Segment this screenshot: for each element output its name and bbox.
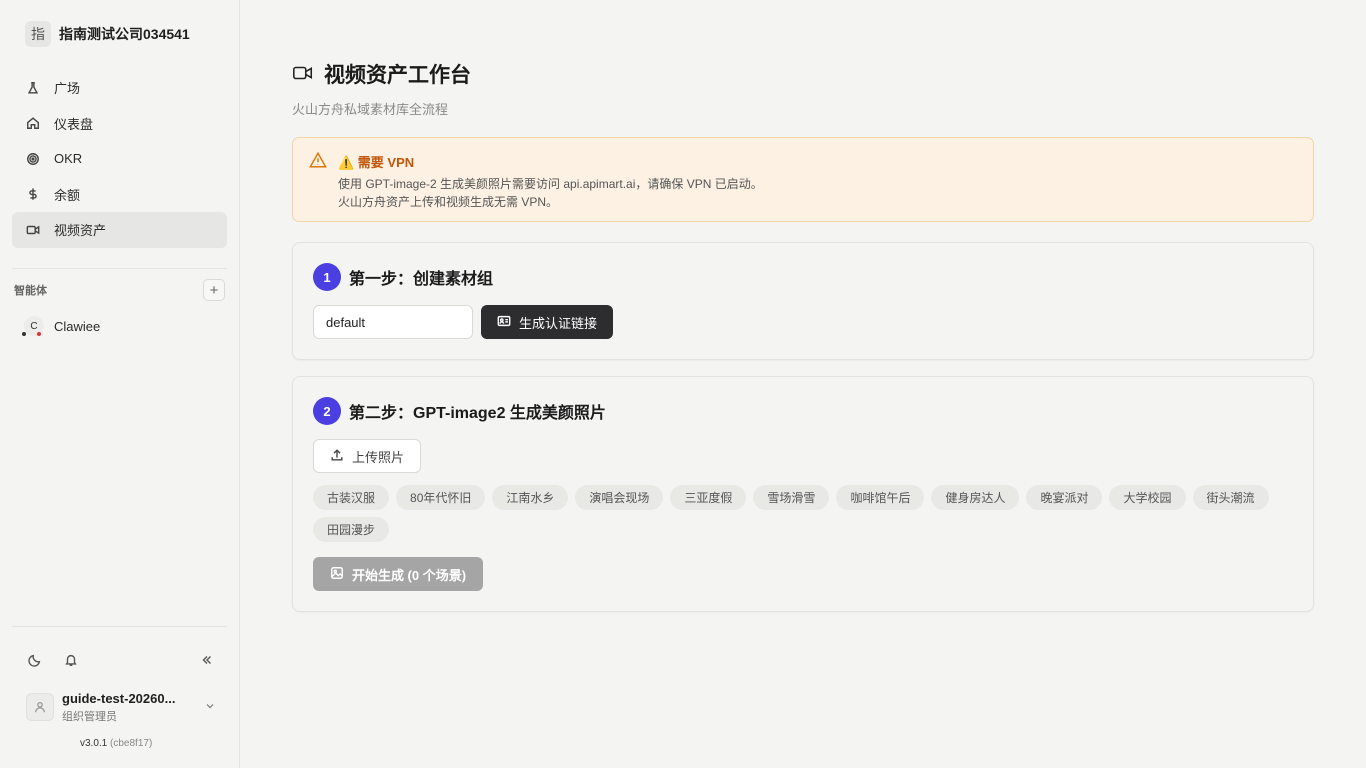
sidebar: 指 指南测试公司034541 广场 仪表盘 OKR 余额 视频资产 智能体 + xyxy=(0,0,240,768)
user-name: guide-test-20260... xyxy=(62,690,176,706)
sidebar-item-label: 余额 xyxy=(54,187,81,203)
upload-icon xyxy=(330,448,344,465)
scene-tag[interactable]: 三亚度假 xyxy=(670,485,747,510)
scene-tag[interactable]: 街头潮流 xyxy=(1192,485,1269,510)
scene-tag[interactable]: 大学校园 xyxy=(1109,485,1186,510)
sidebar-tools xyxy=(26,650,216,670)
org-switcher[interactable]: 指 指南测试公司034541 xyxy=(25,21,190,47)
sidebar-item-label: OKR xyxy=(54,151,83,167)
chevron-down-icon xyxy=(204,700,216,715)
generate-auth-link-button[interactable]: 生成认证链接 xyxy=(481,305,613,339)
alert-message: 使用 GPT-image-2 生成美颜照片需要访问 api.apimart.ai… xyxy=(338,177,763,191)
step-title: 第一步：创建素材组 xyxy=(349,271,494,288)
sidebar-item-video-assets[interactable]: 视频资产 xyxy=(12,212,227,248)
user-role: 组织管理员 xyxy=(62,710,117,723)
flask-icon xyxy=(26,81,40,95)
collapse-sidebar-icon[interactable] xyxy=(198,651,216,669)
scene-tag[interactable]: 雪场滑雪 xyxy=(753,485,830,510)
video-icon xyxy=(292,62,314,87)
page-title: 视频资产工作台 xyxy=(324,64,471,87)
sidebar-item-label: 视频资产 xyxy=(54,223,107,239)
upload-photo-button[interactable]: 上传照片 xyxy=(313,439,421,473)
user-menu[interactable]: guide-test-20260... 组织管理员 xyxy=(26,690,216,724)
scene-tag[interactable]: 江南水乡 xyxy=(492,485,569,510)
scene-tag[interactable]: 咖啡馆午后 xyxy=(836,485,925,510)
step-number: 1 xyxy=(313,263,341,291)
sidebar-item-label: 广场 xyxy=(54,81,81,97)
step1-card: 1 第一步：创建素材组 生成认证链接 xyxy=(292,242,1314,360)
vpn-alert: ⚠️ 需要 VPN 使用 GPT-image-2 生成美颜照片需要访问 api.… xyxy=(292,137,1314,222)
step2-card: 2 第二步：GPT-image2 生成美颜照片 上传照片 古装汉服 80年代怀旧江… xyxy=(292,376,1314,612)
agent-name: Clawiee xyxy=(54,318,101,334)
video-icon xyxy=(26,223,40,237)
start-generate-button[interactable]: 开始生成 (0 个场景) xyxy=(313,557,483,591)
target-icon xyxy=(26,152,40,166)
scene-tag[interactable]: 古装汉服 xyxy=(313,485,390,510)
scene-tag[interactable]: 演唱会现场 xyxy=(575,485,664,510)
scene-tag[interactable]: 80年代怀旧 xyxy=(396,485,486,510)
sidebar-item-label: 仪表盘 xyxy=(54,116,94,132)
id-card-icon xyxy=(497,314,511,331)
alert-message: 火山方舟资产上传和视频生成无需 VPN。 xyxy=(338,195,559,209)
warning-icon xyxy=(309,151,327,169)
dollar-icon xyxy=(26,187,40,201)
org-logo: 指 xyxy=(25,21,51,47)
status-dot xyxy=(37,332,41,336)
step-title: 第二步：GPT-image2 生成美颜照片 xyxy=(349,405,606,422)
org-name: 指南测试公司034541 xyxy=(59,26,190,42)
sidebar-item-okr[interactable]: OKR xyxy=(12,141,227,177)
sidebar-divider xyxy=(12,268,227,269)
scene-tags: 古装汉服 80年代怀旧 江南水乡 演唱会现场 三亚度假 雪场滑雪 咖啡馆午后 健身房达人 晚宴派… xyxy=(313,485,1293,542)
sidebar-nav: 广场 仪表盘 OKR 余额 视频资产 xyxy=(12,70,227,248)
app-version: v3.0.1 (cbe8f17) xyxy=(80,738,153,749)
agent-item-clawiee[interactable]: C Clawiee xyxy=(22,315,101,337)
asset-group-input[interactable] xyxy=(313,305,473,339)
agents-title: 智能体 xyxy=(14,285,47,297)
home-icon xyxy=(26,116,40,130)
step-number: 2 xyxy=(313,397,341,425)
sidebar-divider xyxy=(12,626,227,627)
alert-title: ⚠️ 需要 VPN xyxy=(338,155,415,170)
user-icon xyxy=(26,693,54,721)
main-content: 视频资产工作台 火山方舟私域素材库全流程 ⚠️ 需要 VPN 使用 GPT-im… xyxy=(240,0,1366,768)
scene-tag[interactable]: 田园漫步 xyxy=(313,517,390,542)
agent-avatar: C xyxy=(22,316,44,336)
image-icon xyxy=(330,566,344,583)
moon-icon[interactable] xyxy=(26,651,44,669)
scene-tag[interactable]: 晚宴派对 xyxy=(1026,485,1103,510)
sidebar-item-plaza[interactable]: 广场 xyxy=(12,70,227,106)
sidebar-item-balance[interactable]: 余额 xyxy=(12,177,227,213)
agents-section-header: 智能体 + xyxy=(14,279,225,301)
status-dot xyxy=(22,332,26,336)
scene-tag[interactable]: 健身房达人 xyxy=(931,485,1020,510)
sidebar-item-dashboard[interactable]: 仪表盘 xyxy=(12,106,227,142)
page-subtitle: 火山方舟私域素材库全流程 xyxy=(292,102,449,117)
add-agent-button[interactable]: + xyxy=(203,279,225,301)
bell-icon[interactable] xyxy=(62,651,80,669)
page-header: 视频资产工作台 火山方舟私域素材库全流程 xyxy=(292,59,471,118)
